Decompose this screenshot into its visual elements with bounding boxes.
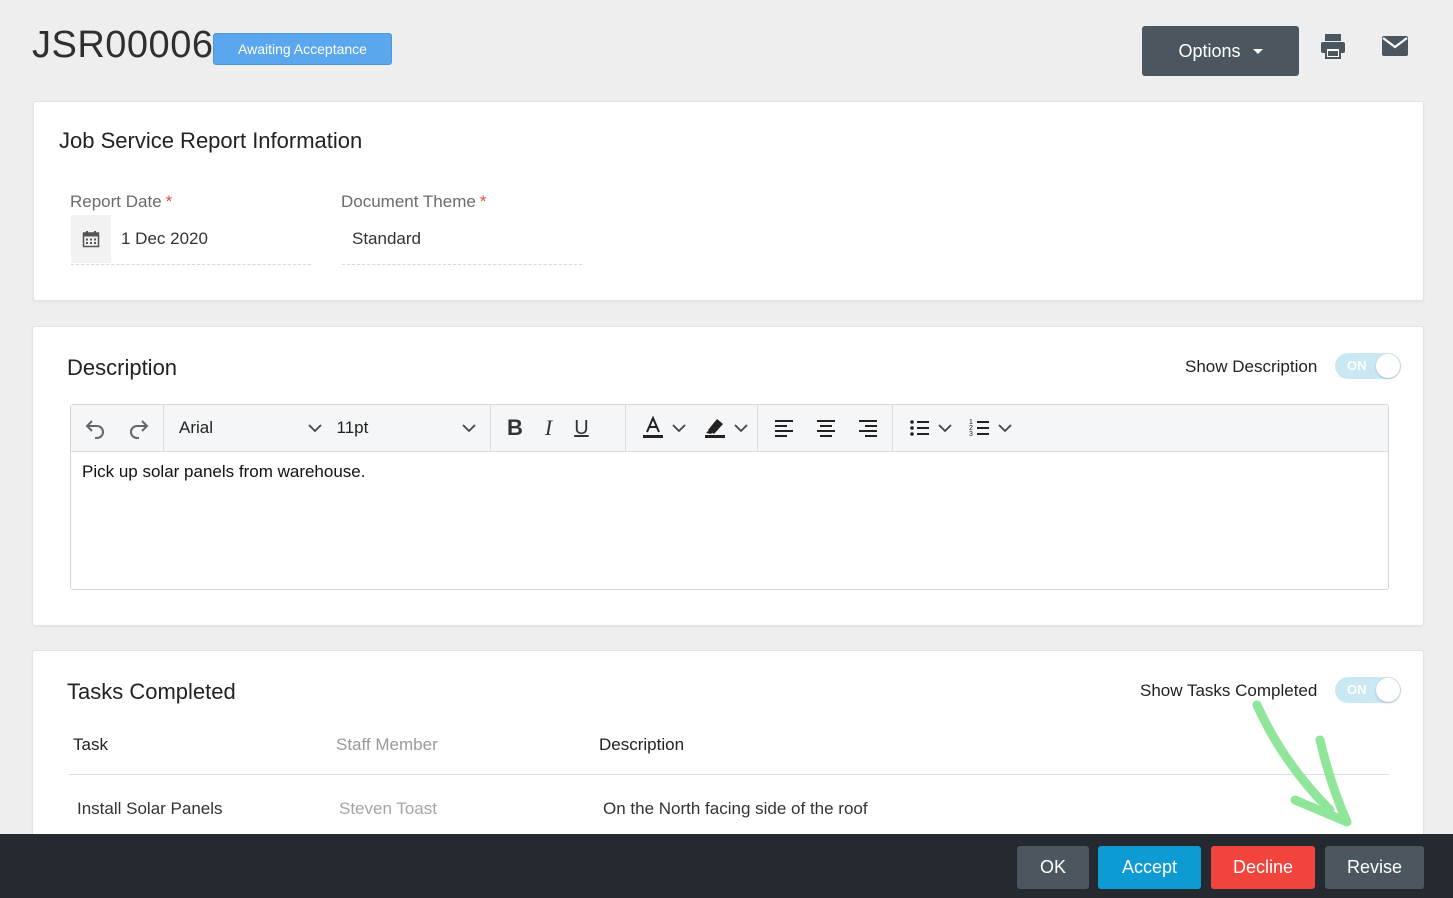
align-right-icon[interactable] — [856, 405, 880, 452]
font-size-value: 11pt — [336, 418, 369, 437]
description-card: Description Show Description ON Arial 11… — [32, 326, 1424, 626]
chevron-down-icon — [462, 424, 476, 433]
info-card-title: Job Service Report Information — [59, 128, 363, 153]
description-editor: Arial 11pt B I U 1 2 3 Pick up solar pan… — [70, 404, 1389, 590]
column-header-description: Description — [599, 735, 685, 754]
show-tasks-toggle[interactable]: ON — [1335, 677, 1401, 703]
column-header-staff: Staff Member — [336, 735, 438, 754]
tasks-card: Tasks Completed Show Tasks Completed ON … — [32, 650, 1424, 850]
font-size-select[interactable]: 11pt — [322, 405, 491, 452]
toggle-knob — [1376, 354, 1400, 378]
task-name-cell: Install Solar Panels — [77, 799, 223, 818]
mail-icon[interactable] — [1381, 33, 1409, 59]
required-mark: * — [479, 192, 487, 211]
document-theme-value: Standard — [352, 229, 421, 248]
redo-icon[interactable] — [127, 405, 151, 452]
required-mark: * — [165, 192, 173, 211]
document-theme-select[interactable]: Standard — [342, 215, 582, 265]
chevron-down-icon[interactable] — [998, 423, 1012, 433]
decline-button[interactable]: Decline — [1211, 846, 1315, 889]
bullet-list-icon[interactable] — [908, 405, 932, 452]
chevron-down-icon[interactable] — [672, 423, 686, 433]
show-tasks-label: Show Tasks Completed — [1140, 681, 1318, 700]
numbered-list-icon[interactable]: 123 — [968, 405, 992, 452]
chevron-down-icon[interactable] — [938, 423, 952, 433]
report-date-field[interactable]: 1 Dec 2020 — [71, 215, 311, 265]
ok-button[interactable]: OK — [1017, 846, 1089, 889]
highlight-icon[interactable] — [702, 405, 728, 452]
page-header: JSR00006 Awaiting Acceptance Options — [0, 0, 1453, 100]
job-id-title: JSR00006 — [32, 24, 214, 66]
caret-down-icon — [1252, 48, 1263, 54]
show-description-label: Show Description — [1185, 357, 1318, 376]
options-button[interactable]: Options — [1142, 26, 1299, 76]
editor-toolbar: Arial 11pt B I U 1 2 3 — [71, 404, 1388, 452]
svg-text:3: 3 — [969, 431, 973, 438]
chevron-down-icon — [307, 424, 322, 433]
document-theme-label: Document Theme * — [341, 192, 487, 211]
table-divider — [69, 774, 1389, 775]
revise-button[interactable]: Revise — [1325, 846, 1424, 889]
show-description-toggle[interactable]: ON — [1335, 353, 1401, 379]
tasks-title: Tasks Completed — [67, 679, 236, 704]
align-left-icon[interactable] — [772, 405, 796, 452]
underline-icon[interactable]: U — [574, 405, 588, 452]
bold-icon[interactable]: B — [507, 405, 523, 452]
staff-member-cell: Steven Toast — [339, 799, 437, 818]
column-header-task: Task — [73, 735, 108, 754]
info-card: Job Service Report Information Report Da… — [33, 101, 1424, 301]
task-description-cell: On the North facing side of the roof — [603, 799, 868, 818]
calendar-icon[interactable] — [71, 215, 111, 263]
options-label: Options — [1178, 40, 1241, 61]
toggle-state: ON — [1347, 358, 1367, 373]
editor-content[interactable]: Pick up solar panels from warehouse. — [82, 462, 365, 482]
action-bar: OK Accept Decline Revise — [0, 834, 1453, 898]
print-icon[interactable] — [1319, 32, 1347, 60]
italic-icon[interactable]: I — [545, 405, 552, 452]
font-family-select[interactable]: Arial — [164, 405, 322, 452]
align-center-icon[interactable] — [814, 405, 838, 452]
font-family-value: Arial — [179, 418, 214, 437]
report-date-value: 1 Dec 2020 — [121, 229, 208, 248]
undo-icon[interactable] — [83, 405, 107, 452]
text-color-icon[interactable] — [640, 405, 666, 452]
description-title: Description — [67, 355, 178, 380]
toggle-state: ON — [1347, 682, 1367, 697]
accept-button[interactable]: Accept — [1098, 846, 1201, 889]
report-date-label: Report Date * — [70, 192, 173, 211]
toggle-knob — [1376, 678, 1400, 702]
chevron-down-icon[interactable] — [734, 423, 748, 433]
status-badge: Awaiting Acceptance — [213, 33, 392, 65]
